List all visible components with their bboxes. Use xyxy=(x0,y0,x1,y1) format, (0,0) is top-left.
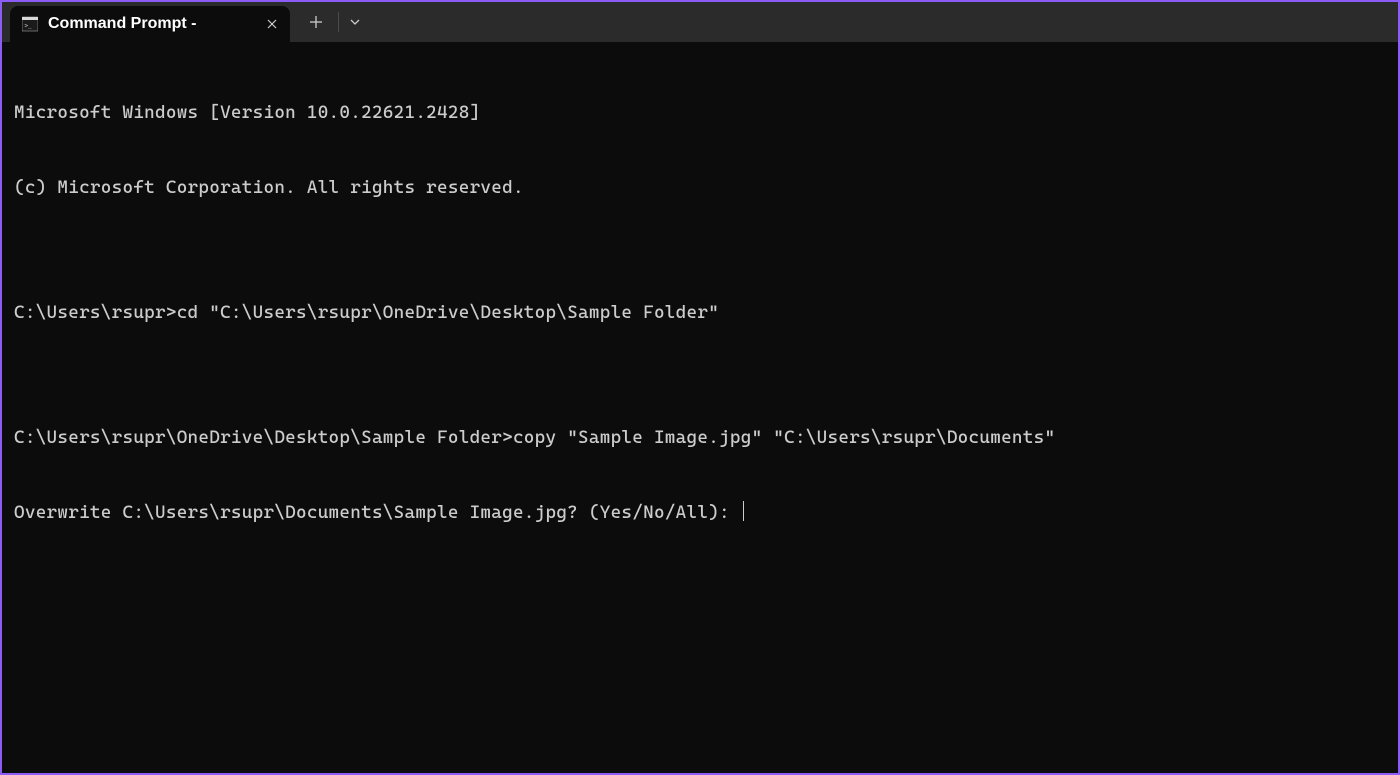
terminal-prompt-line: Overwrite C:\Users\rsupr\Documents\Sampl… xyxy=(14,500,1386,525)
command-prompt-icon: >_ xyxy=(22,16,38,32)
tab-dropdown-button[interactable] xyxy=(339,2,371,42)
cursor xyxy=(743,501,745,521)
terminal-window: >_ Command Prompt - xyxy=(2,2,1398,773)
terminal-prompt-text: Overwrite C:\Users\rsupr\Documents\Sampl… xyxy=(14,502,741,523)
terminal-line: (c) Microsoft Corporation. All rights re… xyxy=(14,175,1386,200)
tab-title: Command Prompt - xyxy=(48,15,252,33)
titlebar-controls xyxy=(290,2,371,42)
terminal-content[interactable]: Microsoft Windows [Version 10.0.22621.24… xyxy=(2,42,1398,773)
terminal-line: C:\Users\rsupr\OneDrive\Desktop\Sample F… xyxy=(14,425,1386,450)
tab-close-button[interactable] xyxy=(262,14,282,34)
tab-command-prompt[interactable]: >_ Command Prompt - xyxy=(10,6,290,42)
svg-text:>_: >_ xyxy=(25,23,33,30)
new-tab-button[interactable] xyxy=(294,2,338,42)
titlebar[interactable]: >_ Command Prompt - xyxy=(2,2,1398,42)
terminal-line: C:\Users\rsupr>cd "C:\Users\rsupr\OneDri… xyxy=(14,300,1386,325)
terminal-line: Microsoft Windows [Version 10.0.22621.24… xyxy=(14,100,1386,125)
